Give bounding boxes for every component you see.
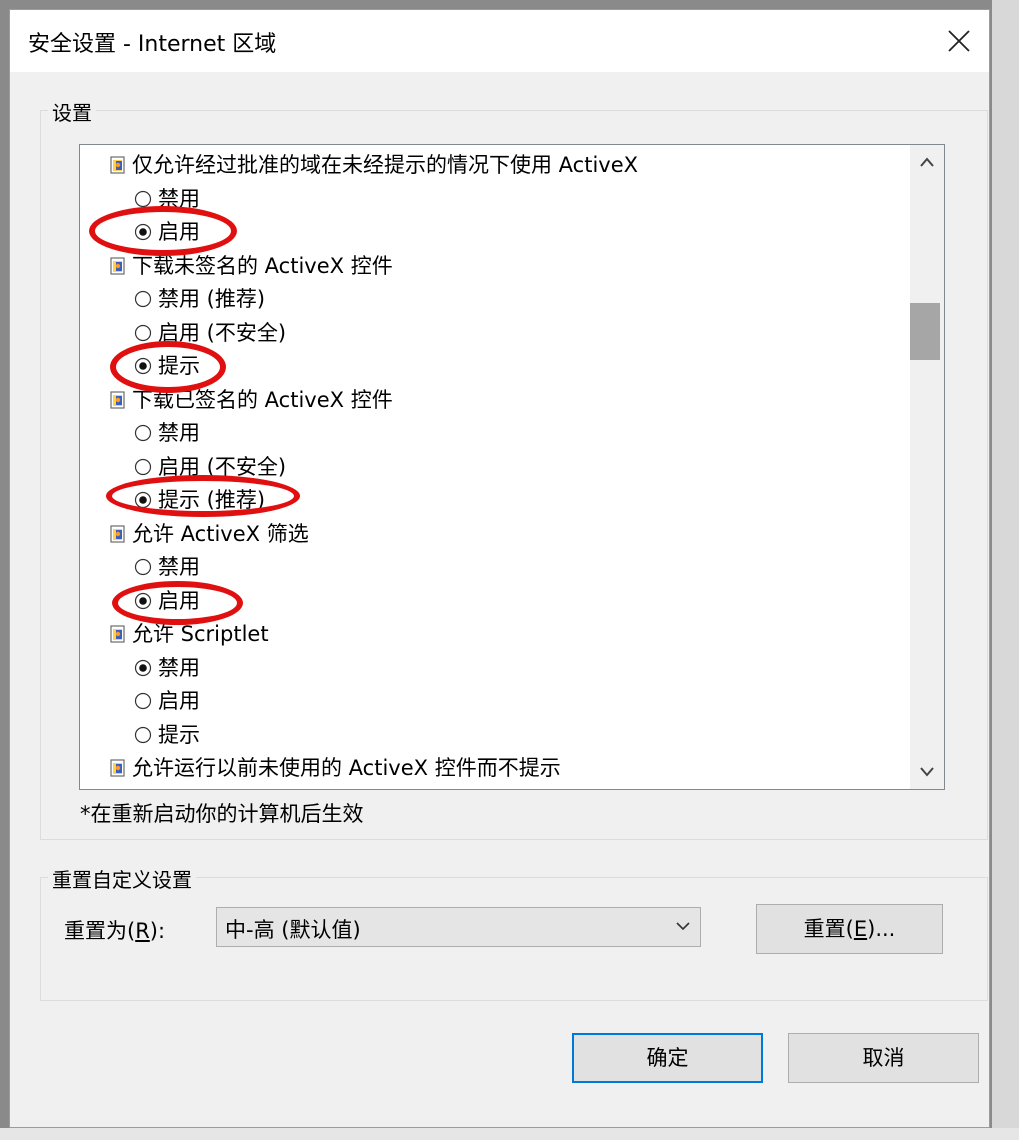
setting-category: 允许 Scriptlet: [110, 618, 269, 648]
setting-category-label: 允许 Scriptlet: [132, 622, 269, 646]
setting-option-label: 启用 (不安全): [158, 320, 287, 345]
setting-option-radio[interactable]: 禁用: [134, 183, 200, 213]
reset-group-label: 重置自定义设置: [48, 864, 196, 893]
setting-category-label: 允许运行以前未使用的 ActiveX 控件而不提示: [132, 756, 561, 780]
setting-option-label: 禁用: [158, 421, 200, 445]
setting-category-label: 下载未签名的 ActiveX 控件: [132, 253, 393, 278]
radio-checked-icon: [134, 357, 152, 375]
setting-option-label: 启用: [158, 220, 200, 244]
close-icon: [948, 30, 970, 52]
settings-list[interactable]: 仅允许经过批准的域在未经提示的情况下使用 ActiveX 禁用 启用 下载未签名的 A…: [79, 144, 945, 790]
radio-checked-icon: [134, 659, 152, 676]
setting-option-radio[interactable]: 启用 (不安全): [134, 317, 286, 347]
radio-checked-icon: [134, 491, 152, 509]
settings-page-icon: [110, 625, 125, 643]
scroll-thumb[interactable]: [910, 303, 940, 360]
close-button[interactable]: [929, 10, 989, 72]
setting-option-radio[interactable]: 禁用: [134, 551, 200, 581]
ok-button[interactable]: 确定: [572, 1033, 763, 1083]
radio-unchecked-icon: [134, 458, 152, 475]
setting-option-label: 禁用: [158, 655, 200, 680]
cancel-button[interactable]: 取消: [788, 1033, 979, 1083]
setting-category: 仅允许经过批准的域在未经提示的情况下使用 ActiveX: [110, 149, 638, 179]
reset-level-select[interactable]: 中-高 (默认值): [216, 907, 701, 947]
radio-unchecked-icon: [134, 558, 152, 576]
scroll-up-button[interactable]: [910, 145, 944, 179]
setting-option-label: 禁用 (推荐): [158, 287, 266, 311]
window-title: 安全设置 - Internet 区域: [28, 32, 277, 57]
setting-category: 下载已签名的 ActiveX 控件: [110, 384, 393, 414]
chevron-up-icon: [920, 157, 934, 167]
chevron-down-icon: [676, 922, 690, 931]
setting-option-radio[interactable]: 禁用: [134, 417, 200, 447]
radio-unchecked-icon: [134, 692, 152, 710]
settings-page-icon: [110, 256, 125, 275]
radio-unchecked-icon: [134, 290, 152, 308]
setting-option-label: 提示: [158, 722, 200, 747]
reset-button[interactable]: 重置(E)...: [756, 904, 943, 954]
chevron-down-icon: [920, 767, 934, 777]
security-settings-dialog: 安全设置 - Internet 区域 设置 仅允许经过批准的域在未经提示的情况下…: [9, 9, 990, 1128]
radio-unchecked-icon: [134, 726, 152, 743]
settings-page-icon: [110, 390, 125, 409]
setting-category: 下载未签名的 ActiveX 控件: [110, 250, 393, 280]
radio-checked-icon: [134, 223, 152, 241]
setting-category: 允许 ActiveX 筛选: [110, 518, 309, 548]
setting-option-radio[interactable]: 提示 (推荐): [134, 484, 265, 514]
radio-unchecked-icon: [134, 424, 152, 442]
radio-checked-icon: [134, 592, 152, 609]
setting-category-label: 下载已签名的 ActiveX 控件: [132, 387, 393, 412]
title-bar: 安全设置 - Internet 区域: [10, 10, 989, 72]
scroll-down-button[interactable]: [910, 755, 944, 789]
radio-unchecked-icon: [134, 190, 152, 207]
setting-option-label: 提示: [158, 354, 200, 378]
setting-category: 允许运行以前未使用的 ActiveX 控件而不提示: [110, 752, 561, 782]
settings-page-icon: [110, 524, 125, 543]
setting-option-radio[interactable]: 启用: [134, 216, 200, 246]
setting-option-radio[interactable]: 启用: [134, 585, 200, 615]
reset-to-label: 重置为(R):: [64, 919, 166, 943]
setting-option-radio[interactable]: 提示: [134, 350, 200, 380]
restart-note: *在重新启动你的计算机后生效: [80, 802, 364, 826]
setting-option-label: 启用: [158, 588, 200, 613]
setting-option-radio[interactable]: 启用: [134, 685, 200, 715]
setting-option-label: 启用 (不安全): [158, 454, 287, 479]
settings-scrollbar[interactable]: [910, 145, 944, 789]
setting-option-label: 禁用: [158, 555, 200, 579]
radio-unchecked-icon: [134, 324, 152, 341]
setting-option-label: 提示 (推荐): [158, 488, 266, 512]
setting-option-label: 禁用: [158, 186, 200, 211]
setting-option-label: 启用: [158, 689, 200, 713]
setting-option-radio[interactable]: 禁用 (推荐): [134, 283, 265, 313]
reset-level-value: 中-高 (默认值): [225, 918, 361, 942]
setting-option-radio[interactable]: 提示: [134, 719, 200, 749]
setting-option-radio[interactable]: 启用 (不安全): [134, 451, 286, 481]
settings-group-label: 设置: [48, 97, 96, 126]
setting-category-label: 允许 ActiveX 筛选: [132, 521, 309, 546]
setting-option-radio[interactable]: 禁用: [134, 652, 200, 682]
settings-page-icon: [110, 156, 125, 174]
background-window: [992, 0, 1019, 1140]
settings-page-icon: [110, 759, 125, 777]
background-taskbar-strip: [0, 1128, 1019, 1140]
setting-category-label: 仅允许经过批准的域在未经提示的情况下使用 ActiveX: [132, 153, 639, 177]
